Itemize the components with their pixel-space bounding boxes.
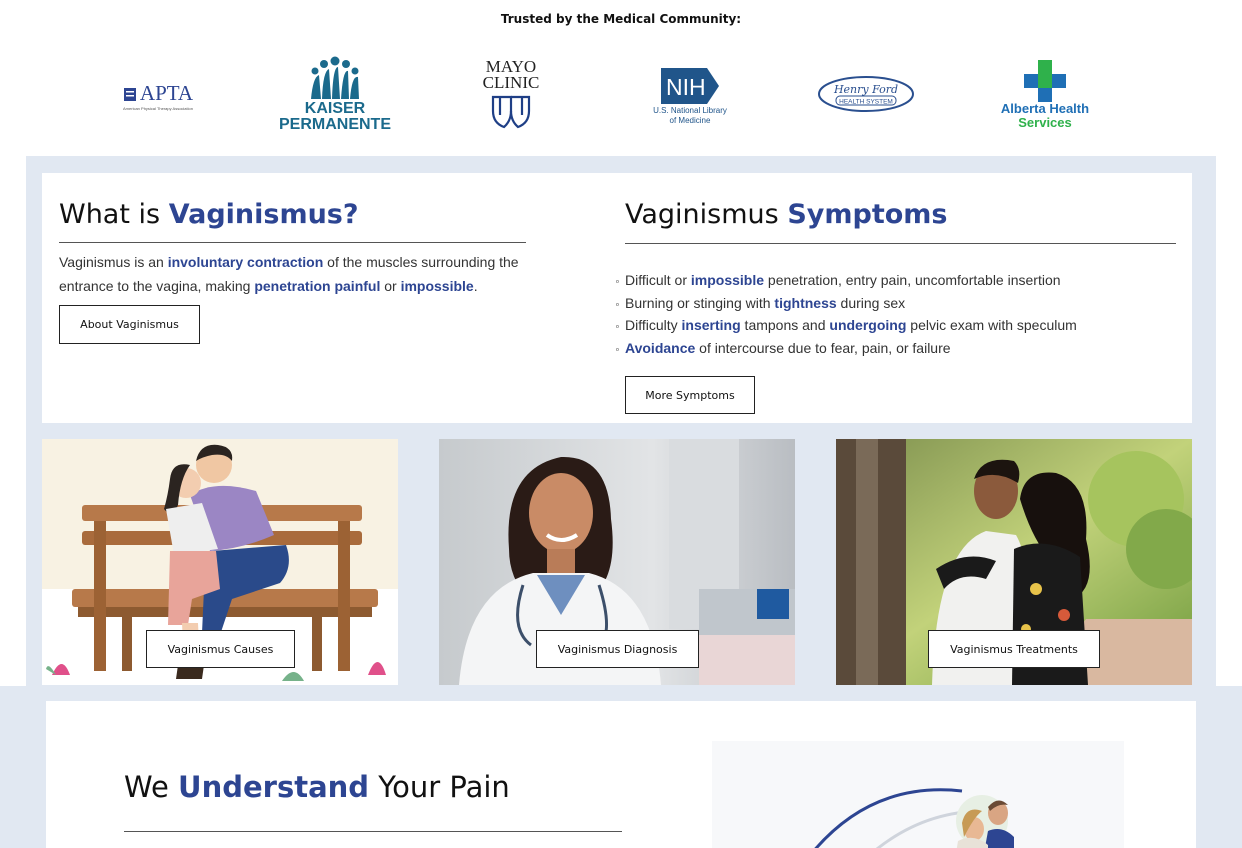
nih-line2: of Medicine — [669, 115, 711, 125]
symptom-text: during sex — [836, 294, 906, 311]
understand-image — [712, 741, 1124, 848]
symptoms-heading: Vaginismus Symptoms — [625, 199, 947, 230]
symptoms-list: Difficult or impossible penetration, ent… — [610, 270, 1077, 360]
kaiser-line2: PERMANENTE — [278, 116, 391, 133]
logo-strip: APTA American Physical Therapy Associati… — [0, 50, 1242, 140]
symptom-item: Difficulty inserting tampons and undergo… — [610, 315, 1077, 338]
henry-ford-logo: Henry Ford HEALTH SYSTEM — [815, 72, 917, 116]
symptom-text: Burning or stinging with — [625, 294, 775, 311]
understand-heading: We Understand Your Pain — [124, 770, 510, 804]
what-text-3: or — [380, 278, 401, 294]
symptom-text: tampons and — [740, 317, 830, 334]
treatments-button[interactable]: Vaginismus Treatments — [928, 630, 1100, 668]
symptom-bold: tightness — [774, 294, 837, 311]
symptom-text: of intercourse due to fear, pain, or fai… — [695, 339, 951, 356]
symptom-item: Difficult or impossible penetration, ent… — [610, 270, 1077, 293]
what-bold-3: impossible — [400, 278, 474, 294]
apta-name: APTA — [139, 81, 194, 105]
treatments-card[interactable]: Vaginismus Treatments — [836, 439, 1192, 685]
what-bold-2: penetration painful — [254, 278, 381, 294]
nih-text: NIH — [666, 74, 706, 100]
about-vaginismus-button[interactable]: About Vaginismus — [59, 305, 200, 344]
understand-highlight: Understand — [178, 770, 370, 804]
henry-ford-script: Henry Ford — [833, 83, 898, 96]
apta-logo: APTA American Physical Therapy Associati… — [108, 78, 208, 114]
what-bold-1: involuntary contraction — [167, 254, 324, 270]
symptoms-title-highlight: Symptoms — [787, 199, 948, 230]
what-title-highlight: Vaginismus? — [168, 199, 359, 230]
mayo-shield-icon — [491, 95, 531, 129]
kaiser-line1: KAISER — [304, 100, 366, 117]
kaiser-emblem-icon — [311, 56, 359, 99]
symptoms-title-pre: Vaginismus — [625, 199, 788, 230]
mayo-clinic-logo: MAYO CLINIC — [470, 54, 552, 134]
what-is-heading: What is Vaginismus? — [59, 199, 359, 230]
apta-subtitle: American Physical Therapy Association — [123, 106, 193, 111]
diagnosis-card[interactable]: Vaginismus Diagnosis — [439, 439, 795, 685]
henry-ford-oval-icon: Henry Ford HEALTH SYSTEM — [818, 76, 914, 112]
henry-ford-subtitle: HEALTH SYSTEM — [839, 99, 893, 106]
nih-line1: U.S. National Library — [653, 105, 727, 115]
symptom-text: pelvic exam with speculum — [906, 317, 1077, 334]
trusted-heading: Trusted by the Medical Community: — [500, 12, 742, 26]
more-symptoms-button[interactable]: More Symptoms — [625, 376, 755, 414]
what-text-1: Vaginismus is an — [59, 254, 168, 270]
symptom-item: Avoidance of intercourse due to fear, pa… — [610, 338, 1077, 361]
symptom-bold: undergoing — [829, 317, 907, 334]
symptom-text: Difficult or — [625, 272, 691, 288]
apta-emblem-icon — [123, 87, 136, 101]
symptom-bold: Avoidance — [625, 339, 696, 356]
symptom-text: Difficulty — [625, 317, 682, 334]
understand-divider — [124, 831, 622, 832]
alberta-line1: Alberta Health — [1000, 101, 1090, 116]
kaiser-permanente-logo: KAISER PERMANENTE — [270, 52, 400, 136]
symptom-text: penetration, entry pain, uncomfortable i… — [764, 272, 1061, 288]
symptoms-divider — [625, 243, 1176, 244]
understand-pre: We — [124, 770, 179, 804]
diagnosis-button[interactable]: Vaginismus Diagnosis — [536, 630, 699, 668]
symptom-bold: impossible — [690, 272, 765, 288]
what-text-4: . — [473, 278, 478, 294]
alberta-cross-icon — [1024, 60, 1066, 102]
symptom-bold: inserting — [681, 317, 741, 334]
nih-badge-icon: NIH — [661, 67, 719, 104]
what-title-pre: What is — [59, 199, 169, 230]
alberta-line2: Services — [1018, 115, 1072, 130]
what-paragraph: Vaginismus is an involuntary contraction… — [59, 250, 529, 298]
understand-post: Your Pain — [369, 770, 510, 804]
couple-circle-graphic — [814, 788, 1014, 848]
causes-button[interactable]: Vaginismus Causes — [146, 630, 295, 668]
nih-logo: NIH U.S. National Library of Medicine — [640, 62, 740, 128]
symptom-item: Burning or stinging with tightness durin… — [610, 293, 1077, 316]
what-divider — [59, 242, 526, 243]
mayo-line2: CLINIC — [482, 73, 540, 92]
alberta-health-logo: Alberta Health Services — [995, 56, 1095, 134]
causes-card[interactable]: Vaginismus Causes — [42, 439, 398, 685]
